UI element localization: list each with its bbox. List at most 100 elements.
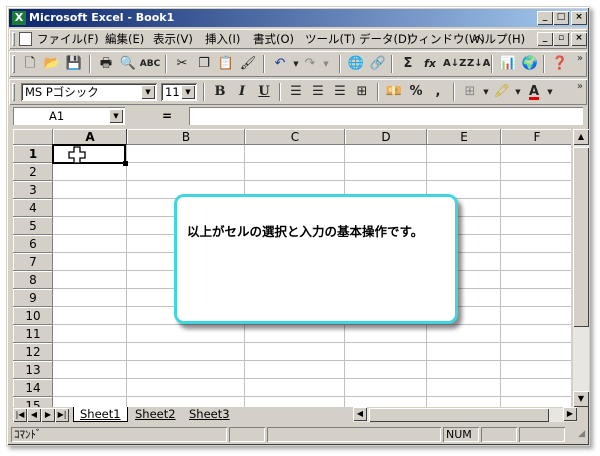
row-header-9[interactable]: 9: [13, 289, 53, 307]
row-header-12[interactable]: 12: [13, 343, 53, 361]
chevron-down-icon[interactable]: ▼: [181, 85, 195, 99]
menu-data[interactable]: データ(D): [359, 32, 411, 46]
instruction-callout: 以上がセルの選択と入力の基本操作です。: [174, 194, 458, 324]
chevron-down-icon[interactable]: ▼: [141, 85, 155, 99]
row-header-15[interactable]: 15: [13, 397, 53, 407]
hyperlink-icon[interactable]: 🌐: [345, 54, 367, 74]
row-header-6[interactable]: 6: [13, 235, 53, 253]
merge-center-icon[interactable]: ⊞: [351, 82, 373, 102]
workbook-close-button[interactable]: ×: [571, 32, 587, 46]
align-left-icon[interactable]: ☰: [285, 82, 307, 102]
workbook-minimize-button[interactable]: _: [537, 32, 553, 46]
horizontal-scroll-thumb[interactable]: [369, 408, 549, 422]
cut-icon[interactable]: ✂: [171, 54, 193, 74]
toolbar-options-icon[interactable]: »: [577, 81, 583, 92]
menu-edit[interactable]: 編集(E): [105, 32, 144, 46]
chart-wizard-icon[interactable]: 📊: [497, 54, 519, 74]
scroll-right-icon[interactable]: ▶: [563, 407, 577, 421]
chevron-down-icon[interactable]: ▼: [109, 109, 123, 123]
maximize-button[interactable]: □: [553, 11, 569, 25]
excel-icon[interactable]: X: [12, 11, 26, 25]
autosum-icon[interactable]: Σ: [397, 54, 419, 74]
column-header-b[interactable]: B: [127, 129, 245, 145]
vertical-scroll-thumb[interactable]: [573, 147, 589, 327]
column-header-f[interactable]: F: [501, 129, 571, 145]
scroll-left-icon[interactable]: ◀: [353, 407, 367, 421]
minimize-button[interactable]: _: [537, 11, 553, 25]
new-icon[interactable]: 🗋: [19, 54, 41, 74]
sort-ascending-icon[interactable]: A↓Z: [443, 54, 466, 74]
sort-descending-icon[interactable]: Z↓A: [467, 54, 490, 74]
scroll-up-icon[interactable]: ▲: [573, 129, 589, 145]
copy-icon[interactable]: ❐: [193, 54, 215, 74]
row-header-1[interactable]: 1: [13, 145, 53, 163]
vertical-scrollbar[interactable]: ▲ ▼: [573, 129, 589, 407]
row-header-5[interactable]: 5: [13, 217, 53, 235]
align-right-icon[interactable]: ☰: [329, 82, 351, 102]
print-icon[interactable]: 🖶: [95, 54, 117, 74]
print-preview-icon[interactable]: 🔍: [117, 54, 139, 74]
office-assistant-icon[interactable]: ❓: [549, 54, 571, 74]
menu-view[interactable]: 表示(V): [153, 32, 193, 46]
menu-help[interactable]: ヘルプ(H): [473, 32, 525, 46]
gridline: [500, 145, 501, 407]
resize-grip-icon[interactable]: ◢: [578, 429, 585, 439]
align-center-icon[interactable]: ☰: [307, 82, 329, 102]
horizontal-scrollbar[interactable]: ◀ ▶: [353, 407, 577, 422]
row-header-2[interactable]: 2: [13, 163, 53, 181]
close-button[interactable]: ×: [571, 11, 587, 25]
open-icon[interactable]: 📂: [41, 54, 63, 74]
underline-button[interactable]: U: [253, 82, 275, 102]
active-cell-a1[interactable]: [52, 144, 128, 166]
first-sheet-icon[interactable]: |◀: [13, 408, 27, 422]
scroll-down-icon[interactable]: ▼: [573, 391, 589, 407]
function-icon[interactable]: fx: [419, 54, 441, 74]
formula-input[interactable]: [189, 107, 583, 125]
row-header-13[interactable]: 13: [13, 361, 53, 379]
last-sheet-icon[interactable]: ▶|: [55, 408, 69, 422]
fill-handle[interactable]: [123, 161, 128, 166]
row-header-10[interactable]: 10: [13, 307, 53, 325]
prev-sheet-icon[interactable]: ◀: [27, 408, 41, 422]
tab-sheet3[interactable]: Sheet3: [183, 407, 236, 422]
select-all-button[interactable]: [13, 129, 53, 145]
menu-tools[interactable]: ツール(T): [305, 32, 356, 46]
next-sheet-icon[interactable]: ▶: [41, 408, 55, 422]
web-toolbar-icon[interactable]: 🔗: [367, 54, 389, 74]
column-header-c[interactable]: C: [245, 129, 345, 145]
comma-button[interactable]: ,: [427, 82, 449, 102]
menu-format[interactable]: 書式(O): [253, 32, 294, 46]
row-header-8[interactable]: 8: [13, 271, 53, 289]
column-header-a[interactable]: A: [53, 129, 127, 145]
save-icon[interactable]: 💾: [63, 54, 85, 74]
tab-sheet2[interactable]: Sheet2: [129, 407, 182, 422]
row-header-3[interactable]: 3: [13, 181, 53, 199]
row-header-11[interactable]: 11: [13, 325, 53, 343]
toolbar-options-icon[interactable]: »: [577, 53, 583, 64]
row-header-7[interactable]: 7: [13, 253, 53, 271]
currency-icon[interactable]: 💴: [383, 82, 405, 102]
status-panel: [519, 427, 565, 442]
font-color-dropdown-icon[interactable]: ▼: [539, 82, 561, 102]
column-header-d[interactable]: D: [345, 129, 427, 145]
font-name-select[interactable]: MS Pゴシック ▼: [21, 83, 157, 101]
italic-button[interactable]: I: [231, 82, 253, 102]
column-header-e[interactable]: E: [427, 129, 501, 145]
name-box[interactable]: A1 ▼: [13, 107, 125, 125]
tab-sheet1[interactable]: Sheet1: [73, 407, 128, 422]
font-size-select[interactable]: 11 ▼: [161, 83, 197, 101]
menu-insert[interactable]: 挿入(I): [205, 32, 240, 46]
redo-dropdown-icon[interactable]: ▼: [315, 54, 337, 74]
edit-formula-button[interactable]: =: [159, 107, 175, 125]
menu-file[interactable]: ファイル(F): [37, 32, 99, 46]
row-header-4[interactable]: 4: [13, 199, 53, 217]
workbook-restore-button[interactable]: ▫: [553, 32, 569, 46]
paste-icon[interactable]: 📋: [215, 54, 237, 74]
workbook-icon[interactable]: [19, 32, 32, 46]
format-painter-icon[interactable]: 🖌: [237, 54, 259, 74]
spelling-icon[interactable]: ABC: [139, 54, 161, 74]
bold-button[interactable]: B: [209, 82, 231, 102]
percent-button[interactable]: %: [405, 82, 427, 102]
map-icon[interactable]: 🌍: [519, 54, 541, 74]
row-header-14[interactable]: 14: [13, 379, 53, 397]
